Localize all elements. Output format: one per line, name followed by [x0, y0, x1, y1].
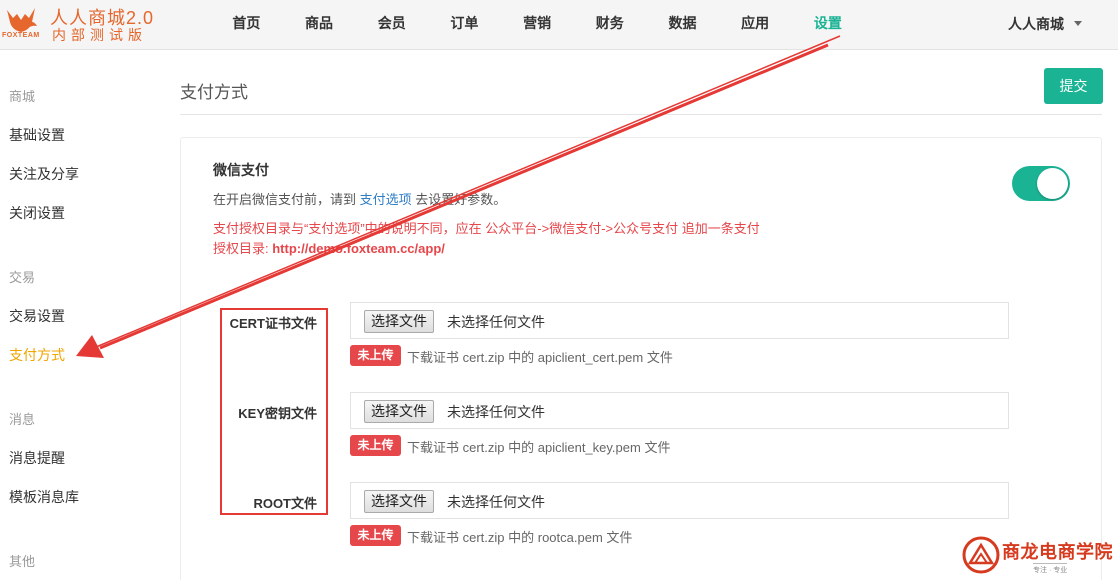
chevron-down-icon — [1074, 21, 1082, 26]
brand-logo[interactable]: FOXTEAM 人人商城2.0 内部测试版 — [0, 0, 170, 50]
page-title: 支付方式 — [180, 83, 248, 102]
nav-item-settings[interactable]: 设置 — [792, 0, 865, 50]
top-navbar: FOXTEAM 人人商城2.0 内部测试版 首页 商品 会员 订单 营销 财务 … — [0, 0, 1118, 50]
nav-item-goods[interactable]: 商品 — [283, 0, 356, 50]
sidebar-item-close-settings[interactable]: 关闭设置 — [9, 203, 65, 223]
sidebar-item-payment-methods[interactable]: 支付方式 — [9, 345, 65, 365]
key-file-status: 未选择任何文件 — [447, 404, 545, 420]
sidebar: 商城 基础设置 关注及分享 关闭设置 交易 交易设置 支付方式 消息 消息提醒 … — [0, 51, 160, 580]
wechat-pay-description: 在开启微信支付前，请到 支付选项 去设置好参数。 — [213, 189, 506, 208]
nav-item-home[interactable]: 首页 — [210, 0, 283, 50]
wechat-pay-toggle[interactable] — [1012, 166, 1070, 201]
nav-item-marketing[interactable]: 营销 — [501, 0, 574, 50]
nav-item-members[interactable]: 会员 — [355, 0, 428, 50]
watermark-subtext: 专注 · 专业 — [1033, 563, 1068, 575]
wechat-pay-title: 微信支付 — [213, 162, 269, 178]
brand-small-text: FOXTEAM — [2, 32, 40, 39]
payment-options-link[interactable]: 支付选项 — [360, 192, 412, 207]
wechat-desc-after: 去设置好参数。 — [411, 192, 507, 207]
nav-item-apps[interactable]: 应用 — [719, 0, 792, 50]
nav-item-finance[interactable]: 财务 — [573, 0, 646, 50]
key-choose-file-button[interactable]: 选择文件 — [364, 400, 434, 423]
cert-file-status: 未选择任何文件 — [447, 314, 545, 330]
sidebar-group-other: 其他 — [9, 554, 36, 569]
sidebar-group-messages: 消息 — [9, 412, 36, 427]
watermark-text: 商龙电商学院 — [1002, 542, 1113, 563]
sidebar-item-template-library[interactable]: 模板消息库 — [9, 487, 79, 507]
root-status-badge: 未上传 — [350, 525, 401, 546]
submit-button[interactable]: 提交 — [1044, 68, 1103, 104]
main-nav: 首页 商品 会员 订单 营销 财务 数据 应用 设置 — [210, 0, 864, 50]
watermark-logo: 商龙电商学院 专注 · 专业 — [961, 535, 1116, 577]
cert-status-badge: 未上传 — [350, 345, 401, 366]
academy-emblem-icon — [962, 536, 1000, 574]
auth-directory-url: http://demo.foxteam.cc/app/ — [272, 241, 445, 256]
wechat-note-line2: 授权目录: http://demo.foxteam.cc/app/ — [213, 239, 760, 259]
root-file-status: 未选择任何文件 — [447, 494, 545, 510]
key-status-badge: 未上传 — [350, 435, 401, 456]
root-help-text: 下载证书 cert.zip 中的 rootca.pem 文件 — [407, 530, 633, 545]
cert-choose-file-button[interactable]: 选择文件 — [364, 310, 434, 333]
key-help-text: 下载证书 cert.zip 中的 apiclient_key.pem 文件 — [407, 440, 671, 455]
user-menu[interactable]: 人人商城 — [1008, 14, 1082, 34]
user-menu-label: 人人商城 — [1008, 16, 1064, 32]
sidebar-group-trade: 交易 — [9, 270, 36, 285]
title-divider — [180, 114, 1102, 115]
cert-file-input[interactable]: 选择文件 未选择任何文件 — [350, 302, 1009, 339]
wechat-note-prefix: 授权目录: — [213, 241, 273, 256]
sidebar-item-message-alerts[interactable]: 消息提醒 — [9, 448, 65, 468]
root-choose-file-button[interactable]: 选择文件 — [364, 490, 434, 513]
root-file-input[interactable]: 选择文件 未选择任何文件 — [350, 482, 1009, 519]
wechat-note-line1: 支付授权目录与“支付选项”中的说明不同，应在 公众平台->微信支付->公众号支付… — [213, 221, 760, 236]
sidebar-group-mall: 商城 — [9, 89, 36, 104]
nav-item-data[interactable]: 数据 — [646, 0, 719, 50]
annotation-highlight-box — [220, 308, 328, 515]
cert-help-text: 下载证书 cert.zip 中的 apiclient_cert.pem 文件 — [407, 350, 673, 365]
fox-logo-icon — [7, 8, 37, 32]
sidebar-item-trade-settings[interactable]: 交易设置 — [9, 306, 65, 326]
wechat-desc-before: 在开启微信支付前，请到 — [213, 192, 360, 207]
wechat-pay-note: 支付授权目录与“支付选项”中的说明不同，应在 公众平台->微信支付->公众号支付… — [213, 219, 760, 259]
nav-item-orders[interactable]: 订单 — [428, 0, 501, 50]
sidebar-item-basic-settings[interactable]: 基础设置 — [9, 125, 65, 145]
sidebar-item-follow-share[interactable]: 关注及分享 — [9, 164, 79, 184]
brand-subtitle: 内部测试版 — [52, 27, 147, 43]
toggle-knob — [1037, 168, 1068, 199]
key-file-input[interactable]: 选择文件 未选择任何文件 — [350, 392, 1009, 429]
